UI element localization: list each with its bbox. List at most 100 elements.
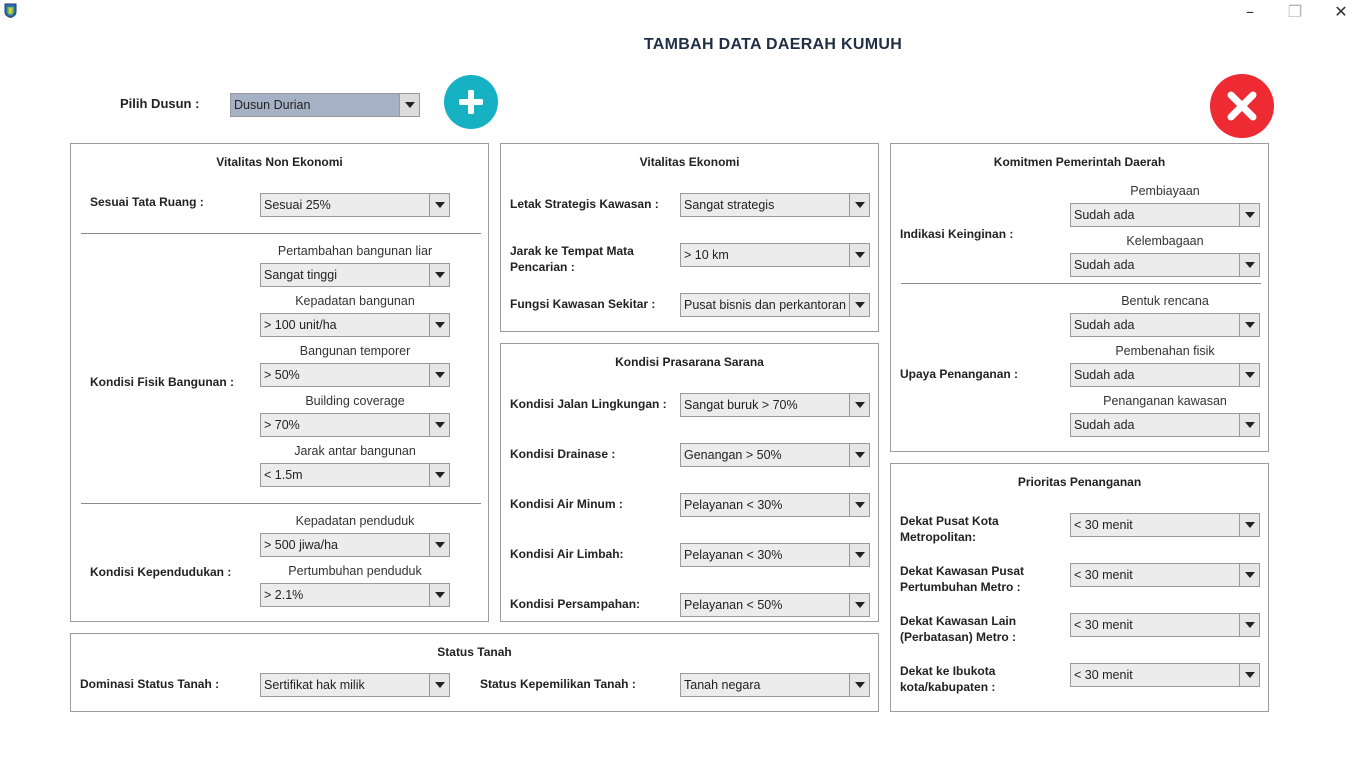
chevron-down-icon[interactable] — [429, 414, 449, 436]
select-dekat-pusat-kota[interactable]: < 30 menit — [1070, 513, 1260, 537]
panel-vitalitas-non-ekonomi: Vitalitas Non Ekonomi Sesuai Tata Ruang … — [70, 143, 489, 622]
panel-title: Vitalitas Non Ekonomi — [216, 155, 343, 169]
select-dekat-ibukota[interactable]: < 30 menit — [1070, 663, 1260, 687]
label-bangunan-temporer: Bangunan temporer — [299, 344, 411, 358]
chevron-down-icon[interactable] — [1239, 204, 1259, 226]
label-dominasi-status-tanah: Dominasi Status Tanah : — [80, 677, 220, 691]
dusun-select[interactable]: Dusun Durian — [230, 93, 420, 117]
label-pertumbuhan-penduduk: Pertumbuhan penduduk — [288, 564, 422, 578]
dusun-label: Pilih Dusun : — [120, 96, 200, 111]
panel-title: Komitmen Pemerintah Daerah — [993, 155, 1166, 169]
chevron-down-icon[interactable] — [849, 244, 869, 266]
chevron-down-icon[interactable] — [1239, 614, 1259, 636]
chevron-down-icon[interactable] — [429, 264, 449, 286]
chevron-down-icon[interactable] — [399, 94, 419, 116]
label-line: Dekat Kawasan Pusat — [900, 564, 1025, 578]
label-line: (Perbatasan) Metro : — [900, 630, 1017, 644]
select-value: > 70% — [264, 418, 300, 432]
x-icon — [1227, 91, 1257, 121]
select-jarak-mata-pencarian[interactable]: > 10 km — [680, 243, 870, 267]
select-value: Sertifikat hak milik — [264, 678, 365, 692]
chevron-down-icon[interactable] — [849, 394, 869, 416]
select-pertambahan-bangunan-liar[interactable]: Sangat tinggi — [260, 263, 450, 287]
panel-title: Status Tanah — [437, 645, 512, 659]
select-pembenahan-fisik[interactable]: Sudah ada — [1070, 363, 1260, 387]
label-fungsi-kawasan: Fungsi Kawasan Sekitar : — [510, 297, 656, 311]
label-kondisi-persampahan: Kondisi Persampahan: — [510, 597, 641, 611]
dusun-value: Dusun Durian — [234, 98, 311, 112]
panel-status-tanah: Status Tanah Dominasi Status Tanah : Ser… — [70, 633, 879, 712]
label-upaya-penanganan: Upaya Penanganan : — [900, 367, 1019, 381]
select-value: Sesuai 25% — [264, 198, 331, 212]
label-kepadatan-bangunan: Kepadatan bangunan — [295, 294, 415, 308]
select-pertumbuhan-penduduk[interactable]: > 2.1% — [260, 583, 450, 607]
chevron-down-icon[interactable] — [849, 544, 869, 566]
select-penanganan-kawasan[interactable]: Sudah ada — [1070, 413, 1260, 437]
chevron-down-icon[interactable] — [849, 294, 869, 316]
select-value: < 1.5m — [264, 468, 303, 482]
label-jarak-mata-pencarian: Jarak ke Tempat Mata Pencarian : — [510, 244, 634, 274]
select-bentuk-rencana[interactable]: Sudah ada — [1070, 313, 1260, 337]
chevron-down-icon[interactable] — [1239, 254, 1259, 276]
chevron-down-icon[interactable] — [849, 674, 869, 696]
label-building-coverage: Building coverage — [305, 394, 405, 408]
select-kondisi-persampahan[interactable]: Pelayanan < 50% — [680, 593, 870, 617]
select-kondisi-drainase[interactable]: Genangan > 50% — [680, 443, 870, 467]
label-kondisi-kependudukan: Kondisi Kependudukan : — [90, 565, 232, 579]
chevron-down-icon[interactable] — [1239, 514, 1259, 536]
select-kelembagaan[interactable]: Sudah ada — [1070, 253, 1260, 277]
select-sesuai-tata-ruang[interactable]: Sesuai 25% — [260, 193, 450, 217]
select-bangunan-temporer[interactable]: > 50% — [260, 363, 450, 387]
chevron-down-icon[interactable] — [429, 194, 449, 216]
label-kondisi-air-limbah: Kondisi Air Limbah: — [510, 547, 624, 561]
select-value: < 30 menit — [1074, 568, 1133, 582]
select-dekat-kawasan-lain[interactable]: < 30 menit — [1070, 613, 1260, 637]
window-close-button[interactable]: ✕ — [1321, 0, 1361, 22]
chevron-down-icon[interactable] — [429, 464, 449, 486]
select-building-coverage[interactable]: > 70% — [260, 413, 450, 437]
close-form-button[interactable] — [1210, 74, 1274, 138]
select-pembiayaan[interactable]: Sudah ada — [1070, 203, 1260, 227]
select-value: Sudah ada — [1074, 368, 1135, 382]
select-kepadatan-penduduk[interactable]: > 500 jiwa/ha — [260, 533, 450, 557]
chevron-down-icon[interactable] — [1239, 314, 1259, 336]
select-value: < 30 menit — [1074, 618, 1133, 632]
maximize-button[interactable]: ❐ — [1275, 0, 1315, 22]
chevron-down-icon[interactable] — [429, 674, 449, 696]
label-status-kepemilikan-tanah: Status Kepemilikan Tanah : — [480, 677, 636, 691]
chevron-down-icon[interactable] — [1239, 364, 1259, 386]
chevron-down-icon[interactable] — [1239, 664, 1259, 686]
select-letak-strategis[interactable]: Sangat strategis — [680, 193, 870, 217]
label-indikasi-keinginan: Indikasi Keinginan : — [900, 227, 1014, 241]
chevron-down-icon[interactable] — [1239, 414, 1259, 436]
chevron-down-icon[interactable] — [429, 314, 449, 336]
label-bentuk-rencana: Bentuk rencana — [1121, 294, 1209, 308]
label-penanganan-kawasan: Penanganan kawasan — [1103, 394, 1227, 408]
chevron-down-icon[interactable] — [849, 444, 869, 466]
select-value: > 10 km — [684, 248, 729, 262]
select-value: Pelayanan < 50% — [684, 598, 783, 612]
select-kondisi-air-limbah[interactable]: Pelayanan < 30% — [680, 543, 870, 567]
select-dominasi-status-tanah[interactable]: Sertifikat hak milik — [260, 673, 450, 697]
select-dekat-kawasan-pusat[interactable]: < 30 menit — [1070, 563, 1260, 587]
chevron-down-icon[interactable] — [429, 534, 449, 556]
select-fungsi-kawasan[interactable]: Pusat bisnis dan perkantoran — [680, 293, 870, 317]
select-status-kepemilikan-tanah[interactable]: Tanah negara — [680, 673, 870, 697]
label-sesuai-tata-ruang: Sesuai Tata Ruang : — [90, 195, 204, 209]
minimize-button[interactable]: – — [1230, 0, 1270, 22]
chevron-down-icon[interactable] — [849, 494, 869, 516]
select-jarak-antar-bangunan[interactable]: < 1.5m — [260, 463, 450, 487]
select-kondisi-air-minum[interactable]: Pelayanan < 30% — [680, 493, 870, 517]
divider — [81, 233, 481, 234]
chevron-down-icon[interactable] — [1239, 564, 1259, 586]
panel-vitalitas-ekonomi: Vitalitas Ekonomi Letak Strategis Kawasa… — [500, 143, 879, 332]
chevron-down-icon[interactable] — [429, 364, 449, 386]
label-kondisi-jalan: Kondisi Jalan Lingkungan : — [510, 397, 667, 411]
divider — [81, 503, 481, 504]
chevron-down-icon[interactable] — [429, 584, 449, 606]
add-button[interactable] — [444, 75, 498, 129]
chevron-down-icon[interactable] — [849, 594, 869, 616]
select-kondisi-jalan[interactable]: Sangat buruk > 70% — [680, 393, 870, 417]
select-kepadatan-bangunan[interactable]: > 100 unit/ha — [260, 313, 450, 337]
chevron-down-icon[interactable] — [849, 194, 869, 216]
